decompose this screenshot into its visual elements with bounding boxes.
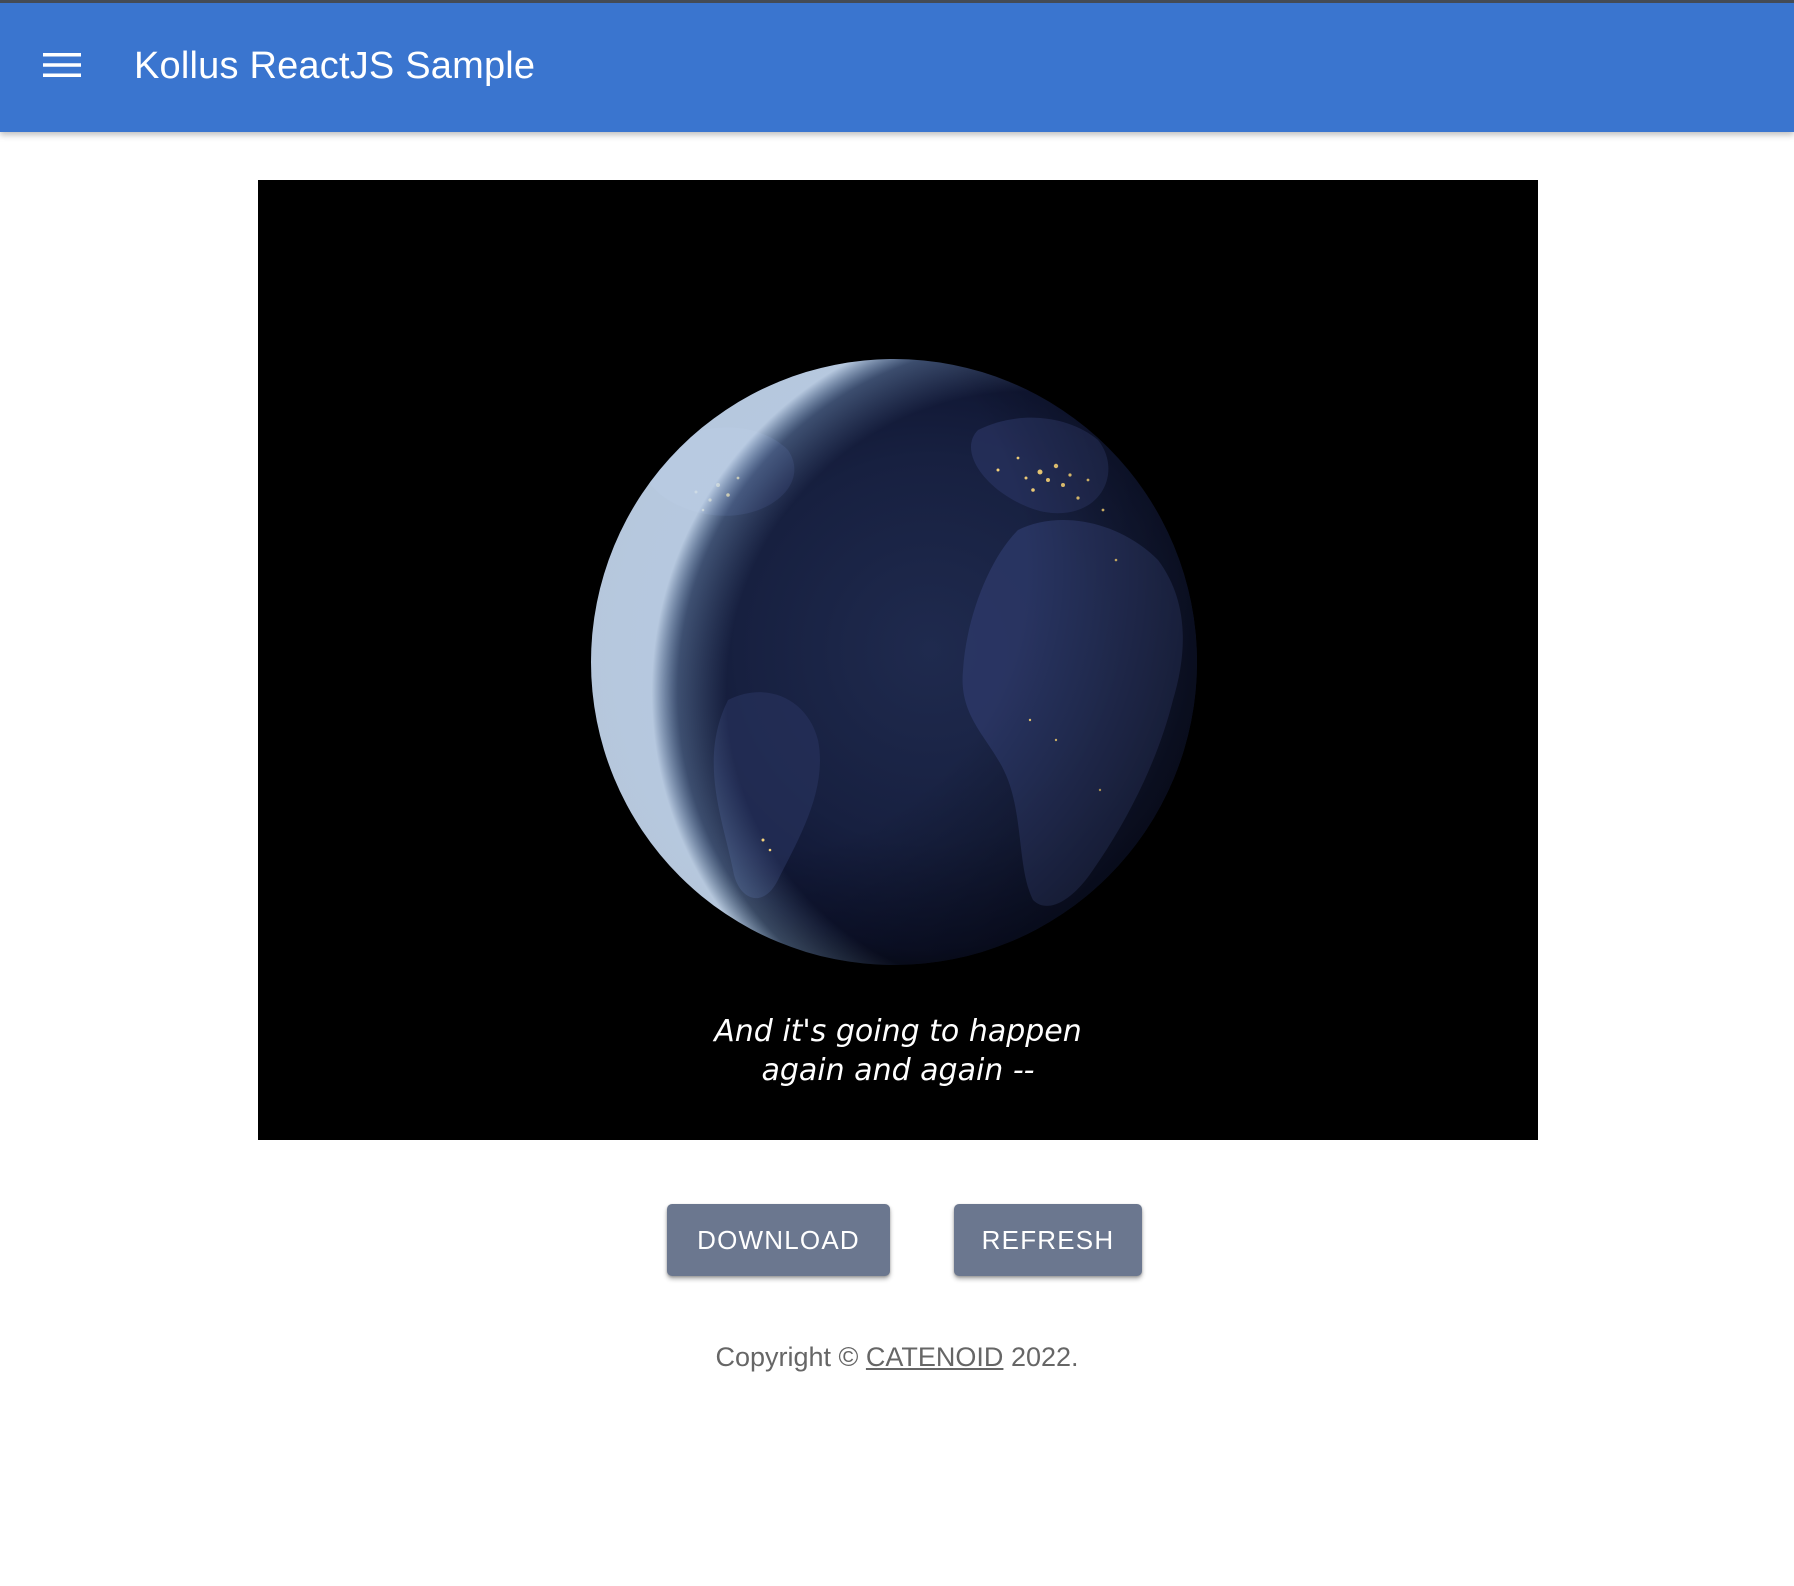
- video-frame-earth: [591, 359, 1197, 965]
- refresh-button[interactable]: REFRESH: [954, 1204, 1142, 1276]
- copyright-year: 2022.: [1010, 1342, 1079, 1372]
- subtitle-line-1: And it's going to happen: [714, 1014, 1082, 1049]
- video-subtitle: And it's going to happen again and again…: [258, 1012, 1538, 1090]
- download-button[interactable]: DOWNLOAD: [667, 1204, 890, 1276]
- app-bar: Kollus ReactJS Sample: [0, 0, 1794, 132]
- app-title: Kollus ReactJS Sample: [134, 45, 536, 87]
- copyright-prefix: Copyright ©: [715, 1342, 859, 1372]
- action-buttons: DOWNLOAD REFRESH: [0, 1204, 1794, 1276]
- footer-copyright: Copyright © CATENOID 2022.: [0, 1342, 1794, 1373]
- menu-button[interactable]: [28, 31, 96, 99]
- video-player[interactable]: And it's going to happen again and again…: [258, 180, 1538, 1140]
- subtitle-line-2: again and again --: [761, 1053, 1035, 1088]
- menu-icon: [43, 53, 81, 77]
- catenoid-link[interactable]: CATENOID: [866, 1342, 1004, 1372]
